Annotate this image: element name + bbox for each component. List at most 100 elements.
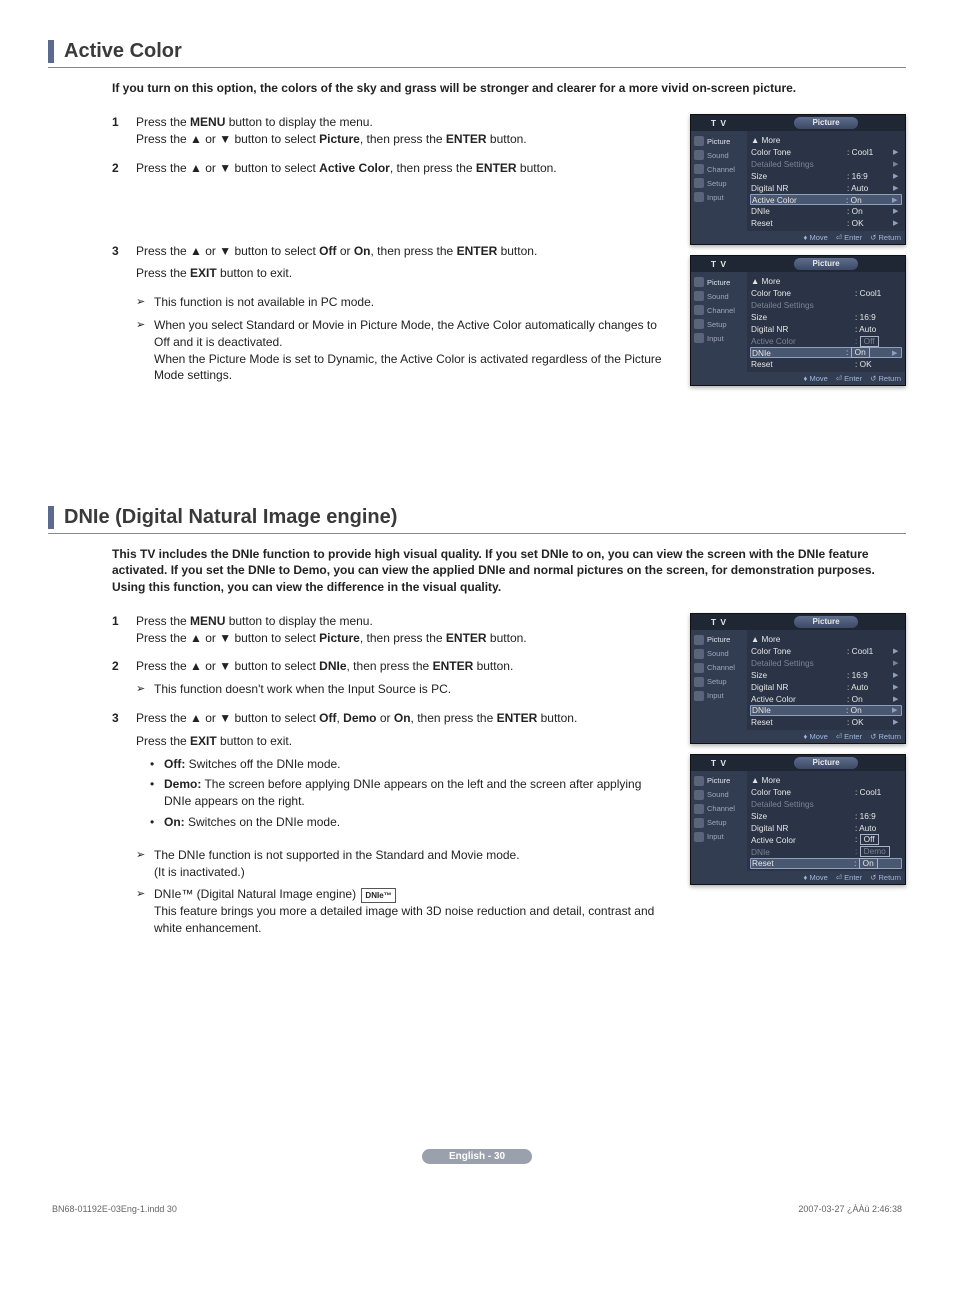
osd-footer: ♦ Move ⏎ Enter ↺ Return [691,730,905,743]
t: Picture [707,137,730,146]
step-body: Press the MENU button to display the men… [136,114,670,148]
osd-side-channel: Channel [691,303,747,317]
off-label: Off [319,711,336,725]
t: Sound [707,292,729,301]
steps-active-color: 1 Press the MENU button to display the m… [112,114,670,384]
t: Press the ▲ or ▼ button to select [136,244,319,258]
t: Input [707,691,724,700]
osd-side-input: Input [691,331,747,345]
note-arrow-icon: ➢ [136,886,154,902]
t: When the Picture Mode is set to Dynamic,… [154,352,662,383]
print-footer-left: BN68-01192E-03Eng-1.indd 30 [52,1204,177,1214]
step-body: Press the ▲ or ▼ button to select Active… [136,160,670,177]
page-number-pill: English - 30 [422,1149,532,1164]
t: On: [164,815,185,829]
osd-item: Detailed Settings [751,159,893,169]
osd-val: : Auto [855,823,901,833]
intro-active-color: If you turn on this option, the colors o… [112,80,906,96]
t: , then press the [371,244,457,258]
intro-dnie: This TV includes the DNIe function to pr… [112,546,906,595]
t: , then press the [347,659,433,673]
osd-footer-return: Return [878,873,901,882]
osd-title: Picture [794,258,857,270]
t: Channel [707,306,735,315]
osd-item-highlighted: Active Color [752,195,846,205]
t: Input [707,832,724,841]
t: Sound [707,790,729,799]
t: Picture [707,776,730,785]
osd-more: ▲ More [751,775,901,785]
t: Sound [707,151,729,160]
section-heading-dnie: DNIe (Digital Natural Image engine) [48,506,906,529]
t: Press the ▲ or ▼ button to select [136,161,319,175]
t: Demo: [164,777,201,791]
t: The DNIe function is not supported in th… [154,848,520,862]
osd-val: : On [847,694,893,704]
step-number: 2 [112,160,136,177]
off-label: Off [319,244,336,258]
exit-label: EXIT [190,734,217,748]
osd-option-off: Off [860,834,879,845]
osd-item: Detailed Settings [751,300,901,310]
note-text: When you select Standard or Movie in Pic… [154,317,670,384]
t: Setup [707,818,727,827]
osd-item: Reset [751,359,855,369]
osd-item: Reset [751,717,847,727]
osd-val: : Cool1 [847,147,893,157]
osd-side-setup: Setup [691,675,747,689]
osd-val: : 16:9 [847,670,893,680]
osd-more: ▲ More [751,276,901,286]
osd-val: : OK [855,359,901,369]
section-rule [48,533,906,534]
osd-option-on: On [859,858,878,869]
enter-label: ENTER [457,244,498,258]
osd-side-picture: Picture [691,275,747,289]
t: Press the ▲ or ▼ button to select [136,659,319,673]
osd-val: : Cool1 [855,288,901,298]
osd-side-sound: Sound [691,647,747,661]
osd-more: ▲ More [751,634,901,644]
osd-footer-enter: Enter [844,233,862,242]
t: Channel [707,804,735,813]
t: (It is inactivated.) [154,865,245,879]
bullet-demo: Demo: The screen before applying DNIe ap… [164,776,670,810]
osd-footer-move: Move [809,732,827,741]
osd-item-highlighted: DNIe [752,348,846,358]
t: or [337,244,354,258]
osd-title: Picture [794,757,857,769]
on-label: On [394,711,411,725]
osd-main: ▲ More Color Tone: Cool1▶ Detailed Setti… [747,131,905,231]
bullet-icon: • [150,814,164,831]
osd-screenshot-picture-active-color: T V Picture Picture Sound Channel Setup … [690,114,906,245]
osd-item: Color Tone [751,147,847,157]
t: Setup [707,677,727,686]
t: button. [497,244,537,258]
print-footer-right: 2007-03-27 ¿ÀÀü 2:46:38 [798,1204,902,1214]
osd-main: ▲ More Color Tone: Cool1 Detailed Settin… [747,771,905,871]
osd-item: Color Tone [751,646,847,656]
osd-side-picture: Picture [691,633,747,647]
print-footer: BN68-01192E-03Eng-1.indd 30 2007-03-27 ¿… [48,1204,906,1214]
osd-side-channel: Channel [691,802,747,816]
osd-option-on: On [851,347,870,358]
t: Picture [707,278,730,287]
osd-side-sound: Sound [691,289,747,303]
osd-side-sound: Sound [691,148,747,162]
osd-footer-return: Return [878,732,901,741]
t: , then press the [390,161,476,175]
osd-val: : Auto [855,324,901,334]
t: Off: [164,757,185,771]
t: The screen before applying DNIe appears … [164,777,641,808]
step-number: 1 [112,114,136,148]
osd-item: Detailed Settings [751,799,901,809]
t: Channel [707,663,735,672]
osd-title: Picture [794,616,857,628]
t: This feature brings you more a detailed … [154,904,654,935]
menu-label: MENU [190,614,225,628]
osd-tv-label: T V [691,118,747,128]
osd-footer-return: Return [878,374,901,383]
t: button. [487,132,527,146]
t: Setup [707,179,727,188]
section-rule [48,67,906,68]
note-arrow-icon: ➢ [136,294,154,310]
